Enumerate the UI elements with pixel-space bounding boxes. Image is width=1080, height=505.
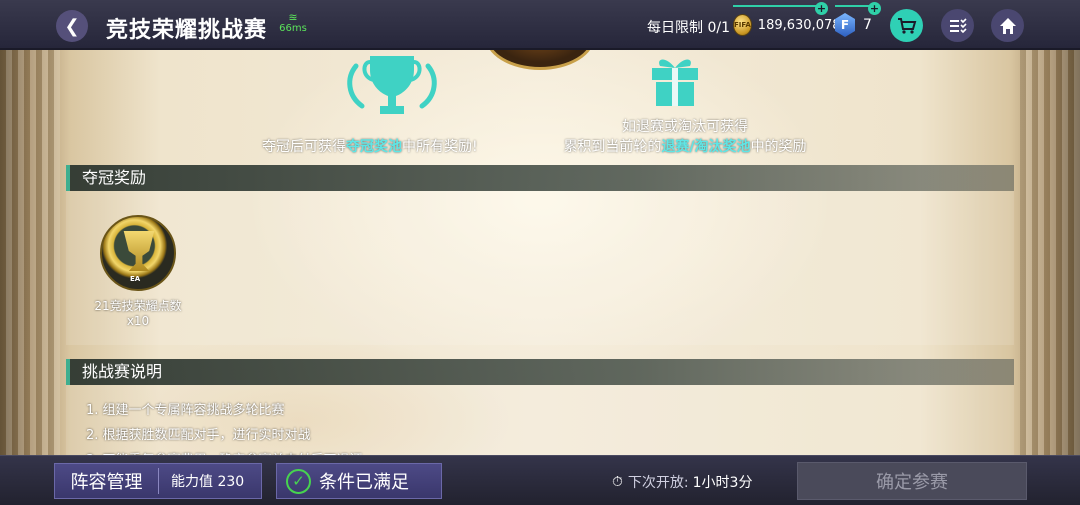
coin-icon: FIFA — [733, 14, 752, 36]
rewards-panel — [66, 191, 1014, 345]
check-icon: ✓ — [286, 468, 311, 494]
elimination-pool-highlight: 退赛/淘汰奖池 — [661, 139, 751, 155]
fc-point-balance: F 7 — [835, 10, 872, 40]
rules-heading: 挑战赛说明 — [66, 359, 1014, 385]
rule-item-1: 1. 组建一个专属阵容挑战多轮比赛 — [86, 403, 285, 418]
elimination-text-line2: 累积到当前轮的退赛/淘汰奖池中的奖励 — [540, 136, 830, 156]
reward-name: 21竞技荣耀点数 — [94, 299, 182, 313]
conditions-met-button[interactable]: ✓ 条件已满足 — [276, 463, 442, 499]
champion-text-post: 中所有奖励! — [402, 139, 478, 155]
next-open-timer: ⏱ 下次开放: 1小时3分 — [612, 472, 752, 492]
next-open-label: 下次开放: — [627, 475, 689, 491]
lineup-label: 阵容管理 — [55, 468, 159, 494]
fc-point-icon: F — [835, 13, 855, 37]
rewards-heading: 夺冠奖励 — [66, 165, 1014, 191]
elimination-text-pre: 累积到当前轮的 — [563, 139, 662, 155]
menu-button[interactable] — [941, 9, 974, 42]
medal-cup-icon — [123, 231, 155, 271]
champion-reward-text: 夺冠后可获得夺冠奖池中所有奖励! — [262, 136, 478, 156]
daily-limit: 每日限制 0/1 — [647, 20, 730, 36]
next-open-value: 1小时3分 — [692, 475, 753, 491]
back-arrow-icon: ❮ — [64, 15, 80, 37]
right-pillar — [1020, 45, 1080, 455]
gift-icon — [652, 59, 698, 106]
elimination-text-line1: 如退赛或淘汰可获得 — [622, 119, 748, 135]
cart-icon — [897, 17, 916, 34]
home-icon — [999, 17, 1016, 34]
top-bar: ❮ 竞技荣耀挑战赛 ≊ 66ms 每日限制 0/1 + FIFA 189,630… — [0, 0, 1080, 50]
shop-button[interactable] — [890, 9, 923, 42]
network-ping: ≊ 66ms — [278, 12, 308, 34]
page-title: 竞技荣耀挑战赛 — [106, 18, 268, 43]
home-button[interactable] — [991, 9, 1024, 42]
trophy-icon — [347, 56, 437, 114]
rules-panel[interactable] — [66, 385, 1014, 455]
champion-pool-highlight: 夺冠奖池 — [346, 139, 402, 155]
fc-point-value: 7 — [863, 17, 872, 33]
conditions-label: 条件已满足 — [319, 472, 409, 493]
coin-balance: FIFA 189,630,078 — [733, 10, 841, 40]
coin-value: 189,630,078 — [757, 17, 841, 33]
rule-item-2: 2. 根据获胜数匹配对手，进行实时对战 — [86, 428, 311, 443]
confirm-entry-button[interactable]: 确定参赛 — [797, 462, 1027, 500]
power-rating: 能力值 230 — [171, 474, 245, 490]
reward-quantity: x10 — [126, 314, 150, 328]
wifi-icon: ≊ — [288, 11, 298, 24]
ping-value: 66ms — [279, 23, 307, 34]
champion-text-pre: 夺冠后可获得 — [262, 139, 346, 155]
reward-item[interactable]: EA 21竞技荣耀点数 x10 — [86, 215, 190, 328]
honor-points-medal-icon: EA — [100, 215, 176, 291]
elimination-text-post: 中的奖励 — [750, 139, 807, 155]
left-pillar — [0, 45, 60, 455]
stopwatch-icon: ⏱ — [612, 474, 623, 490]
ea-badge: EA — [130, 275, 141, 283]
bottom-bar: 阵容管理 能力值 230 ✓ 条件已满足 ⏱ 下次开放: 1小时3分 确定参赛 — [0, 455, 1080, 505]
coin-topline — [733, 5, 821, 7]
back-button[interactable]: ❮ — [56, 10, 88, 42]
menu-list-icon — [949, 17, 967, 33]
lineup-management-button[interactable]: 阵容管理 能力值 230 — [54, 463, 262, 499]
